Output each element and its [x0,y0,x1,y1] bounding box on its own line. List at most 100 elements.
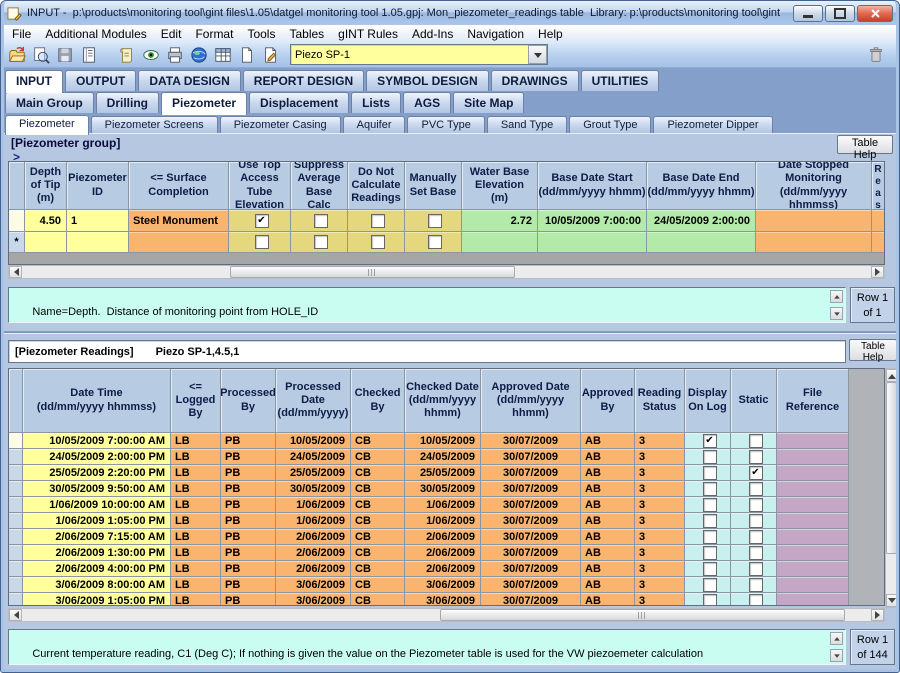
processed_date-cell[interactable]: 2/06/2009 [276,545,351,561]
static-cell[interactable] [731,593,777,606]
approved_by-cell[interactable]: AB [581,465,635,481]
col-logged_by-header[interactable]: <= Logged By [171,369,221,433]
display_on_log-cell[interactable] [685,481,731,497]
scroll-down-button[interactable] [886,594,897,607]
reading_status-cell[interactable]: 3 [635,577,685,593]
file_reference-cell[interactable] [777,449,849,465]
tab-input[interactable]: INPUT [5,70,63,93]
approved_date-cell[interactable]: 30/07/2009 [481,433,581,449]
checked_date-cell[interactable]: 25/05/2009 [405,465,481,481]
date_time-cell[interactable]: 2/06/2009 1:30:00 PM [23,545,171,561]
approved_by-cell[interactable]: AB [581,561,635,577]
suppress-checkbox[interactable] [314,235,328,249]
processed_date-cell[interactable]: 25/05/2009 [276,465,351,481]
checked_by-cell[interactable]: CB [351,513,405,529]
tab-drilling[interactable]: Drilling [96,92,159,113]
date_time-cell[interactable]: 24/05/2009 2:00:00 PM [23,449,171,465]
checked_date-cell[interactable]: 2/06/2009 [405,545,481,561]
checked_by-cell[interactable]: CB [351,497,405,513]
row-selector[interactable] [9,497,23,513]
scroll-thumb[interactable] [230,266,515,278]
scroll-track[interactable] [22,609,871,621]
col-checked_by-header[interactable]: Checked By [351,369,405,433]
processed_by-cell[interactable]: PB [221,433,276,449]
col-depth-header[interactable]: Depth of Tip (m) [25,162,67,210]
display_on_log-cell[interactable] [685,545,731,561]
surface_completion-cell[interactable] [129,232,229,253]
scroll-left-button[interactable] [9,266,22,278]
approved_date-cell[interactable]: 30/07/2009 [481,593,581,606]
display_on_log-cell[interactable] [685,561,731,577]
reading_status-cell[interactable]: 3 [635,449,685,465]
display_on_log-cell[interactable] [685,593,731,606]
reading_status-cell[interactable]: 3 [635,497,685,513]
static-checkbox[interactable] [749,498,763,512]
table-help-button-readings[interactable]: Table Help [849,339,897,361]
static-cell[interactable] [731,577,777,593]
reas-cell[interactable] [872,210,885,232]
row-selector[interactable] [9,210,25,232]
approved_by-cell[interactable]: AB [581,545,635,561]
menu-format[interactable]: Format [188,26,240,42]
col-date_stopped-header[interactable]: Date Stopped Monitoring (dd/mm/yyyy hhmm… [756,162,872,210]
checked_date-cell[interactable]: 3/06/2009 [405,577,481,593]
edit-data-icon[interactable] [260,45,282,65]
do_not_calc-cell[interactable] [348,210,405,232]
col-use_top-header[interactable]: Use Top Access Tube Elevation [229,162,291,210]
menu-help[interactable]: Help [531,26,570,42]
checked_by-cell[interactable]: CB [351,561,405,577]
static-cell[interactable] [731,545,777,561]
water_base-cell[interactable] [462,232,538,253]
processed_date-cell[interactable]: 2/06/2009 [276,529,351,545]
piezo_id-cell[interactable]: 1 [67,210,129,232]
tab-piezometer-screens[interactable]: Piezometer Screens [91,116,218,133]
row-selector[interactable] [9,577,23,593]
base_end-cell[interactable]: 24/05/2009 2:00:00 [647,210,756,232]
scroll-track[interactable] [886,382,897,594]
tab-piezometer-dipper[interactable]: Piezometer Dipper [653,116,772,133]
scroll-up-button[interactable] [886,369,897,382]
manual_base-cell[interactable] [405,210,462,232]
tab-drawings[interactable]: DRAWINGS [491,70,579,91]
approved_by-cell[interactable]: AB [581,513,635,529]
processed_by-cell[interactable]: PB [221,513,276,529]
file_reference-cell[interactable] [777,529,849,545]
approved_date-cell[interactable]: 30/07/2009 [481,577,581,593]
processed_by-cell[interactable]: PB [221,577,276,593]
col-reas-header[interactable]: R e a s [872,162,885,210]
processed_by-cell[interactable]: PB [221,497,276,513]
checked_date-cell[interactable]: 30/05/2009 [405,481,481,497]
file_reference-cell[interactable] [777,545,849,561]
water_base-cell[interactable]: 2.72 [462,210,538,232]
date_time-cell[interactable]: 25/05/2009 2:20:00 PM [23,465,171,481]
col-processed_date-header[interactable]: Processed Date (dd/mm/yyyy) [276,369,351,433]
processed_date-cell[interactable]: 2/06/2009 [276,561,351,577]
readings-table-hscrollbar[interactable] [8,608,885,622]
reading_status-cell[interactable]: 3 [635,513,685,529]
static-cell[interactable]: ✔ [731,465,777,481]
col-manual_base-header[interactable]: Manually Set Base [405,162,462,210]
col-file_reference-header[interactable]: File Reference [777,369,849,433]
processed_date-cell[interactable]: 3/06/2009 [276,577,351,593]
tab-aquifer[interactable]: Aquifer [343,116,406,133]
menu-navigation[interactable]: Navigation [460,26,531,42]
date_time-cell[interactable]: 2/06/2009 4:00:00 PM [23,561,171,577]
scroll-thumb[interactable] [440,609,845,621]
reading_status-cell[interactable]: 3 [635,529,685,545]
checked_by-cell[interactable]: CB [351,449,405,465]
file_reference-cell[interactable] [777,513,849,529]
minimize-button[interactable] [793,5,823,22]
group-table-hscrollbar[interactable] [8,265,885,279]
approved_by-cell[interactable]: AB [581,433,635,449]
tab-symbol-design[interactable]: SYMBOL DESIGN [366,70,488,91]
col-display_on_log-header[interactable]: Display On Log [685,369,731,433]
depth-cell[interactable] [25,232,67,253]
save-icon[interactable] [54,45,76,65]
checked_by-cell[interactable]: CB [351,545,405,561]
col-checked_date-header[interactable]: Checked Date (dd/mm/yyyy hhmm) [405,369,481,433]
checked_by-cell[interactable]: CB [351,577,405,593]
scroll-track[interactable] [22,266,871,278]
reas-cell[interactable] [872,232,885,253]
display_on_log-checkbox[interactable] [703,482,717,496]
combo-dropdown-button[interactable] [528,45,547,64]
